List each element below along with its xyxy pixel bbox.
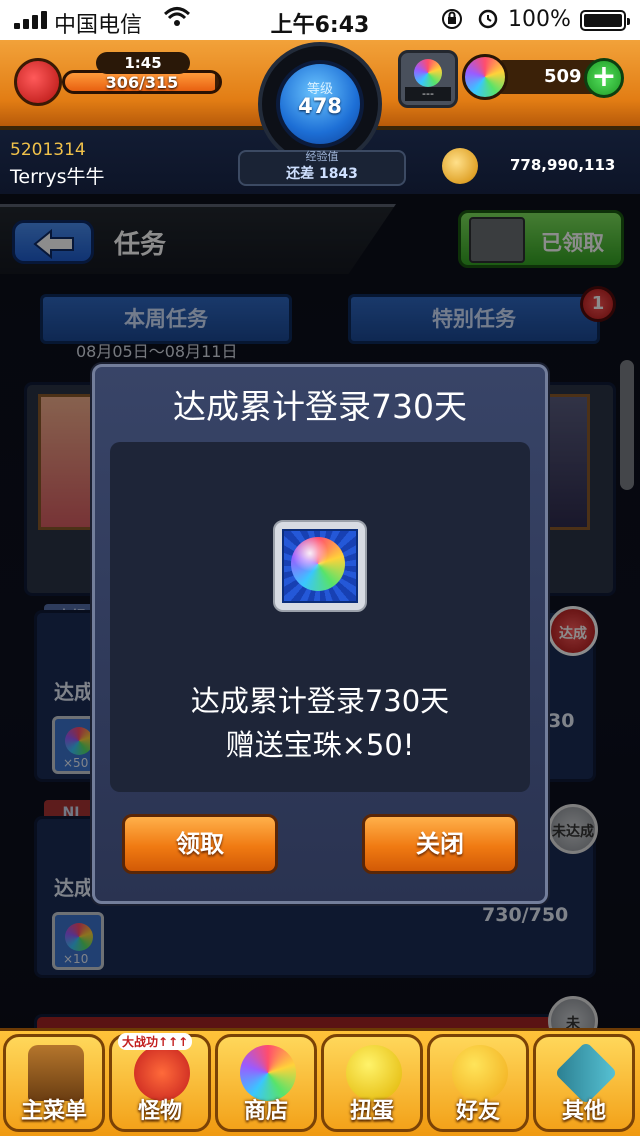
alarm-icon [476,6,500,36]
orb-reward-icon [273,520,367,612]
orb-icon [414,59,442,87]
nav-label: 其他 [561,1099,606,1124]
nav-label: 扭蛋 [349,1099,394,1124]
nav-ribbon: 大战功↑↑↑ [118,1033,193,1050]
nav-monsters[interactable]: 大战功↑↑↑ 怪物 [109,1033,211,1132]
level-value: 478 [298,94,342,118]
level-badge[interactable]: 等级 478 [276,60,364,148]
user-name: Terrys牛牛 [10,166,105,188]
orb-icon [291,537,345,591]
coin-count: 778,990,113 [510,156,616,174]
nav-label: 商店 [243,1099,288,1124]
nav-shop[interactable]: 商店 [215,1034,317,1132]
close-button[interactable]: 关闭 [362,814,518,874]
gem-icon [462,54,508,100]
stamina-value: 306/315 [105,73,179,92]
dialog-message-line1: 达成累计登录730天 [190,684,450,718]
coin-icon [442,148,478,184]
nav-friends[interactable]: 好友 [427,1034,529,1132]
dialog-title: 达成累计登录730天 [173,387,467,426]
nav-gacha[interactable]: 扭蛋 [321,1034,423,1132]
nav-main-menu[interactable]: 主菜单 [3,1034,105,1132]
gacha-machine-icon[interactable]: --- [398,50,458,108]
exp-remaining: 还差 1843 [286,166,358,182]
exp-box: 经验值 还差 1843 [238,150,406,186]
claim-button[interactable]: 领取 [122,814,278,874]
buy-gems-button[interactable]: + [584,58,624,98]
rotation-lock-icon [440,7,464,37]
exp-label: 经验值 [305,150,339,163]
user-id: 5201314 [10,140,86,160]
stamina-timer: 1:45 [96,52,190,74]
stamina-icon[interactable] [14,58,62,106]
battery-percent: 100% [508,7,571,32]
nav-other[interactable]: 其他 [533,1034,635,1132]
battery-icon [580,10,630,31]
nav-label: 主菜单 [20,1099,87,1124]
status-bar: 中国电信 上午6:43 100% [0,0,640,40]
dialog-message-line2: 赠送宝珠×50! [225,728,415,762]
nav-label: 怪物 [137,1099,182,1124]
gacha-placeholder: --- [405,87,451,101]
game-screen: 中国电信 上午6:43 100% 1:45 306/315 等级 478 经验值… [0,0,640,1136]
nav-label: 好友 [455,1099,500,1124]
gem-count: 509 [544,66,582,87]
